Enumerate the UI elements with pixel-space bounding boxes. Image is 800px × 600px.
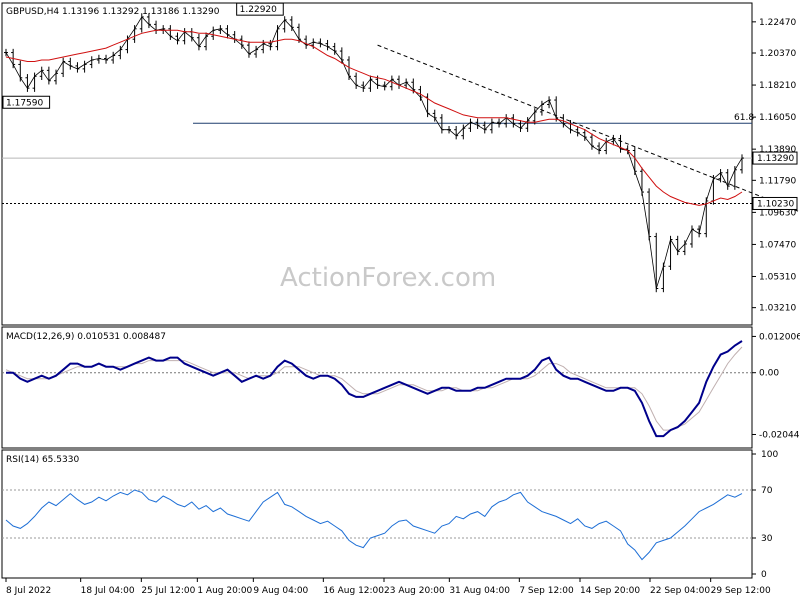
level-annotation: 1.17590	[6, 98, 43, 108]
x-tick-label: 29 Sep 12:00	[711, 586, 771, 596]
x-tick-label: 25 Jul 12:00	[141, 586, 195, 596]
x-tick-label: 31 Aug 04:00	[449, 586, 510, 596]
macd-title: MACD(12,26,9) 0.010531 0.008487	[6, 332, 166, 342]
x-tick-label: 8 Jul 2022	[6, 586, 51, 596]
main-y-tick-label: 1.03210	[759, 304, 796, 314]
main-y-tick-label: 1.20370	[759, 49, 796, 59]
x-tick-label: 7 Sep 12:00	[519, 586, 574, 596]
x-tick-label: 16 Aug 12:00	[323, 586, 384, 596]
rsi-y-tick-label: 0	[761, 570, 767, 580]
level-annotation: 1.22920	[240, 5, 277, 15]
support-label: 1.10230	[757, 199, 794, 209]
x-tick-label: 9 Aug 04:00	[253, 586, 308, 596]
macd-y-tick-label: 0.00	[759, 369, 779, 379]
macd-y-tick-label: -0.020448	[759, 430, 800, 440]
x-tick-label: 22 Sep 04:00	[650, 586, 710, 596]
main-y-tick-label: 1.22470	[759, 18, 796, 28]
rsi-y-tick-label: 70	[761, 486, 773, 496]
current-price-label: 1.13290	[757, 154, 794, 164]
rsi-y-tick-label: 30	[761, 534, 773, 544]
main-y-tick-label: 1.05310	[759, 272, 796, 282]
watermark-layer: ActionForex.com	[280, 263, 496, 293]
main-y-tick-label: 1.16050	[759, 113, 796, 123]
x-tick-label: 18 Jul 04:00	[81, 586, 135, 596]
main-y-tick-label: 1.11790	[759, 176, 796, 186]
fib-label: 61.8	[734, 113, 754, 123]
main-y-tick-label: 1.18210	[759, 81, 796, 91]
rsi-y-tick-label: 100	[761, 450, 778, 460]
chart: ActionForex.com 1.22470 1.20370 1.18210 1.1…	[0, 0, 800, 600]
x-tick-label: 23 Aug 20:00	[384, 586, 445, 596]
watermark-text: ActionForex.com	[280, 263, 496, 293]
rsi-title: RSI(14) 65.5330	[6, 455, 79, 465]
x-tick-label: 14 Sep 20:00	[580, 586, 640, 596]
main-y-tick-label: 1.07470	[759, 240, 796, 250]
macd-y-tick-label: 0.012006	[759, 332, 800, 342]
x-tick-label: 1 Aug 20:00	[197, 586, 252, 596]
main-title: GBPUSD,H4 1.13196 1.13292 1.13186 1.1329…	[6, 7, 220, 17]
